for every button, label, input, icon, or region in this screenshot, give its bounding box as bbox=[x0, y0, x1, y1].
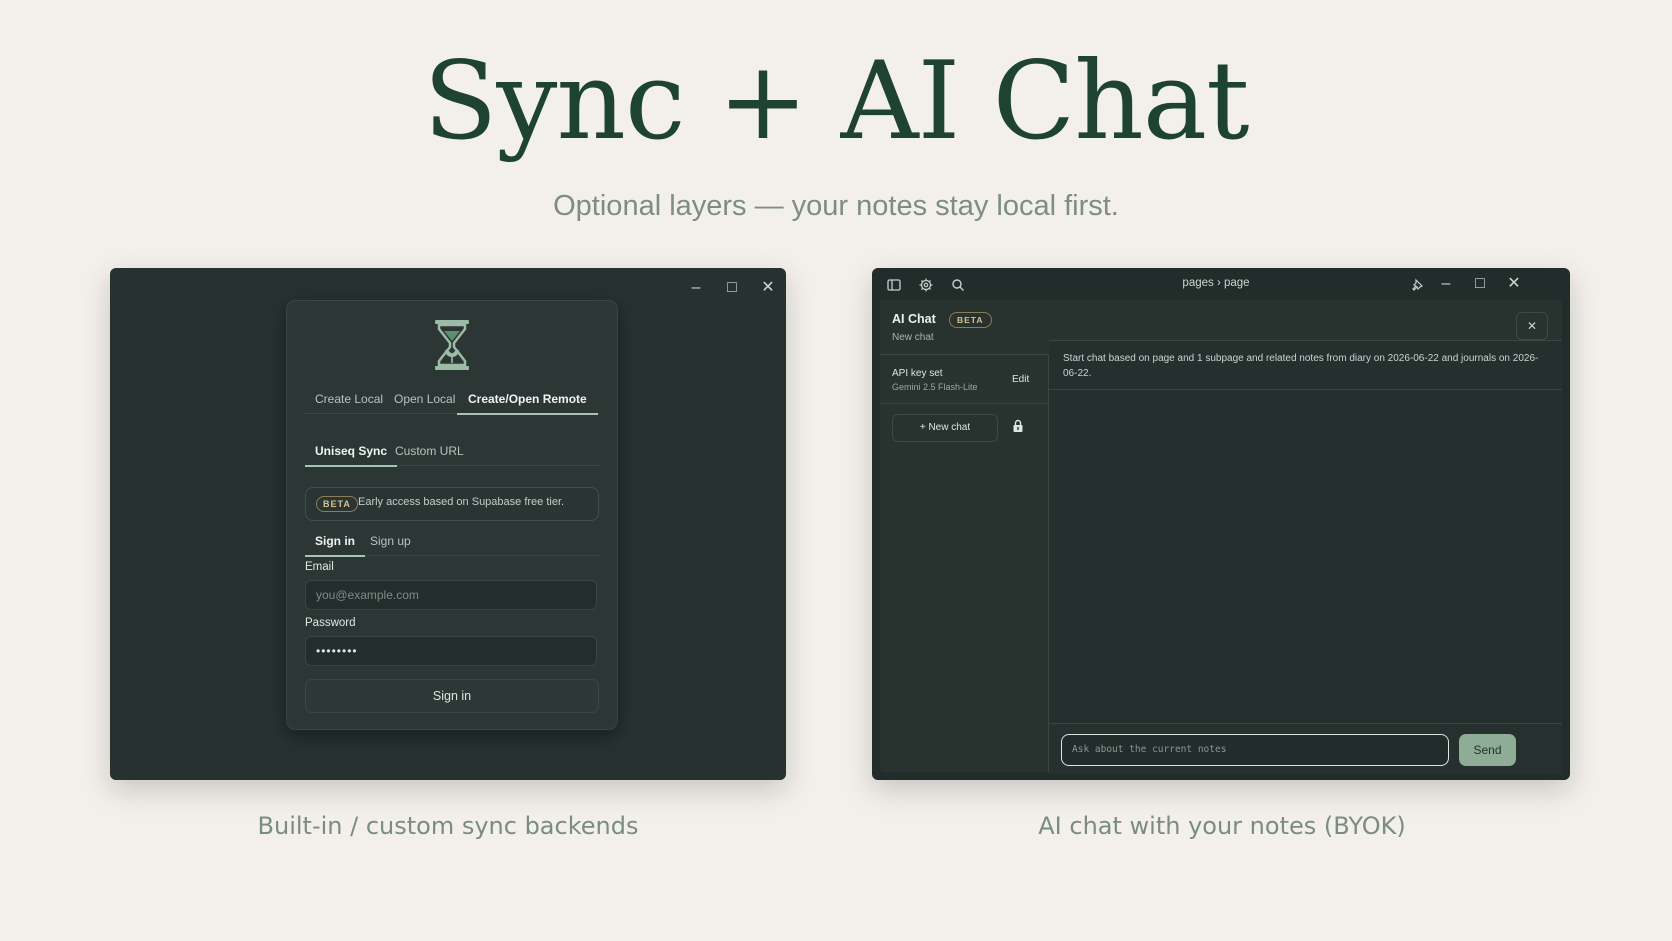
search-icon[interactable] bbox=[950, 277, 966, 293]
hero-title: Sync + AI Chat bbox=[423, 39, 1249, 164]
api-key-model: Gemini 2.5 Flash-Lite bbox=[892, 382, 978, 392]
backend-tabs: Uniseq Sync Custom URL bbox=[305, 441, 599, 467]
chat-main: Start chat based on page and 1 subpage a… bbox=[1049, 340, 1562, 774]
maximize-button[interactable]: □ bbox=[722, 278, 742, 298]
edit-api-key-button[interactable]: Edit bbox=[1012, 374, 1029, 385]
breadcrumb[interactable]: pages › page bbox=[1096, 277, 1336, 289]
tab-create-open-remote[interactable]: Create/Open Remote bbox=[457, 389, 598, 415]
tab-uniseq-sync[interactable]: Uniseq Sync bbox=[305, 441, 398, 467]
hero-subtitle: Optional layers — your notes stay local … bbox=[553, 190, 1119, 222]
title-bar: pages › page – □ ✕ bbox=[872, 268, 1570, 300]
sidebar-toggle-icon[interactable] bbox=[886, 277, 902, 293]
chat-input[interactable]: Ask about the current notes bbox=[1061, 734, 1449, 766]
lock-icon[interactable] bbox=[1010, 418, 1026, 434]
beta-badge: BETA bbox=[316, 496, 358, 512]
chat-composer: Ask about the current notes Send bbox=[1049, 723, 1562, 774]
sync-window: – □ ✕ Create Local Open Local Create/Ope… bbox=[110, 268, 786, 780]
beta-notice-text: Early access based on Supabase free tier… bbox=[358, 496, 565, 508]
tab-sign-in[interactable]: Sign in bbox=[305, 531, 365, 557]
gear-icon[interactable] bbox=[918, 277, 934, 293]
ai-chat-window: pages › page – □ ✕ AI Chat BETA New chat… bbox=[872, 268, 1570, 780]
email-label: Email bbox=[305, 561, 334, 573]
tab-create-local[interactable]: Create Local bbox=[315, 389, 383, 413]
tab-sign-up[interactable]: Sign up bbox=[370, 531, 411, 555]
chat-title: AI Chat bbox=[892, 312, 936, 326]
api-key-title: API key set bbox=[892, 368, 943, 379]
pin-icon[interactable] bbox=[1410, 277, 1426, 293]
tab-custom-url[interactable]: Custom URL bbox=[395, 441, 464, 465]
caption-ai-chat: AI chat with your notes (BYOK) bbox=[1038, 812, 1406, 840]
tab-open-local[interactable]: Open Local bbox=[394, 389, 455, 413]
password-field[interactable]: •••••••• bbox=[305, 636, 597, 666]
email-field[interactable]: you@example.com bbox=[305, 580, 597, 610]
maximize-button[interactable]: □ bbox=[1470, 274, 1490, 294]
api-key-row: API key set Gemini 2.5 Flash-Lite Edit bbox=[880, 354, 1048, 404]
auth-tabs: Sign in Sign up bbox=[305, 531, 599, 557]
minimize-button[interactable]: – bbox=[1436, 274, 1456, 294]
sign-in-button[interactable]: Sign in bbox=[305, 679, 599, 713]
new-chat-button[interactable]: + New chat bbox=[892, 414, 998, 442]
chat-sidebar: API key set Gemini 2.5 Flash-Lite Edit +… bbox=[880, 354, 1049, 772]
chat-subtitle: New chat bbox=[892, 332, 934, 343]
minimize-button[interactable]: – bbox=[686, 278, 706, 298]
close-button[interactable]: ✕ bbox=[758, 278, 778, 298]
chat-panel: AI Chat BETA New chat ✕ API key set Gemi… bbox=[880, 300, 1562, 774]
divider bbox=[1049, 389, 1562, 390]
hourglass-sprout-icon bbox=[435, 320, 469, 370]
send-button[interactable]: Send bbox=[1459, 734, 1516, 766]
caption-sync: Built-in / custom sync backends bbox=[257, 812, 639, 840]
beta-notice: BETA Early access based on Supabase free… bbox=[305, 487, 599, 521]
mode-tabs: Create Local Open Local Create/Open Remo… bbox=[305, 389, 599, 415]
chat-context-text: Start chat based on page and 1 subpage a… bbox=[1063, 353, 1539, 379]
close-button[interactable]: ✕ bbox=[1504, 274, 1524, 294]
password-label: Password bbox=[305, 617, 356, 629]
beta-badge: BETA bbox=[949, 312, 992, 328]
close-chat-button[interactable]: ✕ bbox=[1516, 312, 1548, 340]
sync-dialog: Create Local Open Local Create/Open Remo… bbox=[286, 300, 618, 730]
